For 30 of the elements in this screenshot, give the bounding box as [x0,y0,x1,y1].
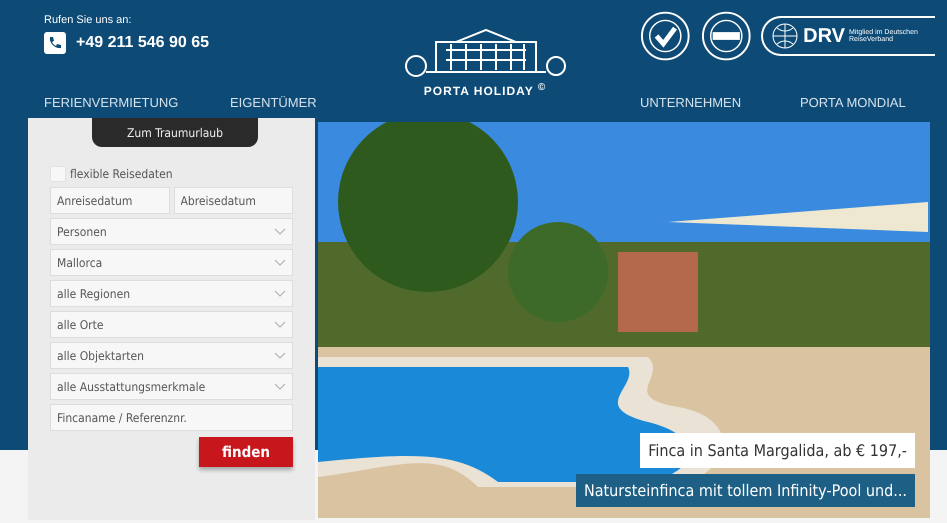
chevron-down-icon [274,228,286,235]
dropdown-select[interactable]: Personen [50,218,293,245]
date-field[interactable]: Abreisedatum [174,187,293,214]
checkmark-seal-icon [640,10,691,62]
nav-link[interactable]: PORTA MONDIAL [800,94,935,110]
find-button[interactable]: finden [199,437,293,467]
chevron-down-icon [274,321,286,328]
phone-label: Rufen Sie uns an: [44,14,132,26]
globe-icon [771,22,800,50]
phone-icon [44,32,66,54]
chevron-down-icon [274,383,286,390]
dropdown-select[interactable]: alle Regionen [50,280,293,307]
nav-link[interactable]: EIGENTÜMER [230,94,390,110]
round-seal-icon [700,10,752,62]
chevron-down-icon [274,259,286,266]
listing-description: Natursteinfinca mit tollem Infinity-Pool und... [576,474,915,507]
nav-link[interactable]: UNTERNEHMEN [640,94,800,110]
name-search-field[interactable]: Fincaname / Referenznr. [50,404,293,431]
chevron-down-icon [274,290,286,297]
dropdown-select[interactable]: alle Ausstattungsmerkmale [50,373,293,400]
phone-number: +49 211 546 90 65 [76,34,210,52]
logo-text: PORTA HOLIDAY $^{©}$ [424,82,546,98]
dropdown-select[interactable]: alle Orte [50,311,293,338]
checkbox-label: flexible Reisedaten [70,167,173,181]
chevron-down-icon [274,352,286,359]
date-field[interactable]: Anreisedatum [50,187,170,214]
listing-title: Finca in Santa Margalida, ab € 197,- [640,433,915,468]
dropdown-select[interactable]: alle Objektarten [50,342,293,369]
nav-link[interactable]: FERIENVERMIETUNG [44,94,230,110]
dropdown-select[interactable]: Mallorca [50,249,293,276]
